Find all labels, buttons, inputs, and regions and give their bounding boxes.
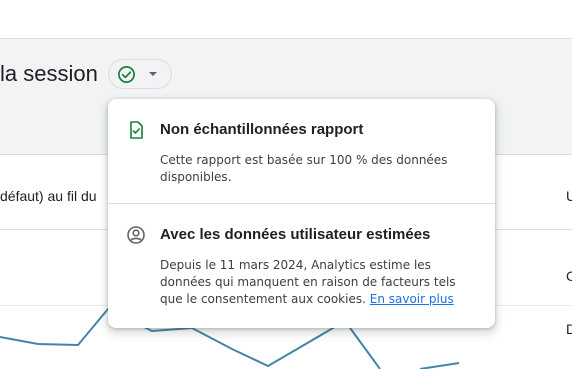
- account-circle-icon: [127, 226, 145, 244]
- popover-divider: [108, 203, 495, 204]
- popover-section-body: Cette rapport est basée sur 100 % des do…: [160, 153, 448, 184]
- popover-section-title: Avec les données utilisateur estimées: [160, 226, 431, 243]
- learn-more-link[interactable]: En savoir plus: [370, 292, 454, 306]
- popover-section-body: Depuis le 11 mars 2024, Analytics estime…: [160, 257, 476, 308]
- data-quality-popover: Non échantillonnées rapport Cette rappor…: [108, 99, 495, 328]
- verified-document-icon: [130, 121, 143, 139]
- popover-section-title: Non échantillonnées rapport: [160, 121, 364, 138]
- chart-series-line: [419, 362, 460, 369]
